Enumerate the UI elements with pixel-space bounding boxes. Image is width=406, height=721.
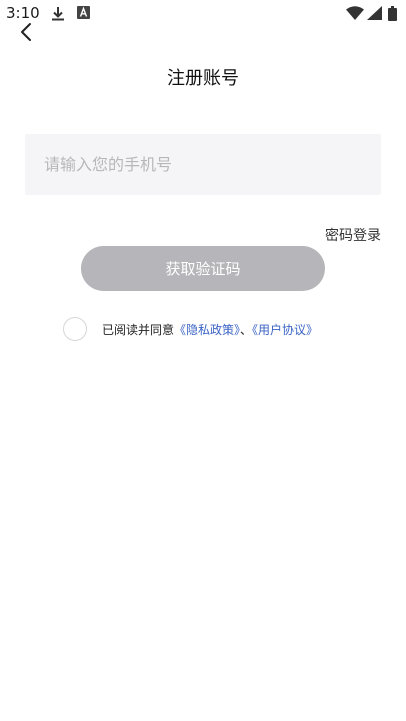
agreement-separator: 、 — [240, 323, 253, 337]
wifi-icon — [346, 6, 364, 20]
phone-input[interactable] — [25, 134, 381, 195]
phone-field[interactable] — [25, 134, 381, 195]
get-code-button[interactable]: 获取验证码 — [81, 246, 325, 291]
agreement-text: 已阅读并同意《隐私政策》、《用户协议》 — [102, 321, 318, 338]
page-title: 注册账号 — [167, 68, 239, 89]
a-letter-icon — [77, 6, 90, 19]
privacy-policy-link[interactable]: 《隐私政策》 — [174, 323, 240, 337]
download-icon — [52, 7, 64, 21]
password-login-link[interactable]: 密码登录 — [325, 225, 381, 245]
back-button[interactable] — [14, 20, 40, 46]
signal-icon — [367, 6, 382, 20]
agree-checkbox[interactable] — [63, 317, 87, 341]
user-agreement-link[interactable]: 《用户协议》 — [252, 323, 318, 337]
status-bar: 3:10 — [0, 0, 406, 28]
agreement-prefix: 已阅读并同意 — [102, 323, 175, 337]
battery-icon — [388, 6, 397, 21]
chevron-left-icon — [21, 23, 31, 41]
